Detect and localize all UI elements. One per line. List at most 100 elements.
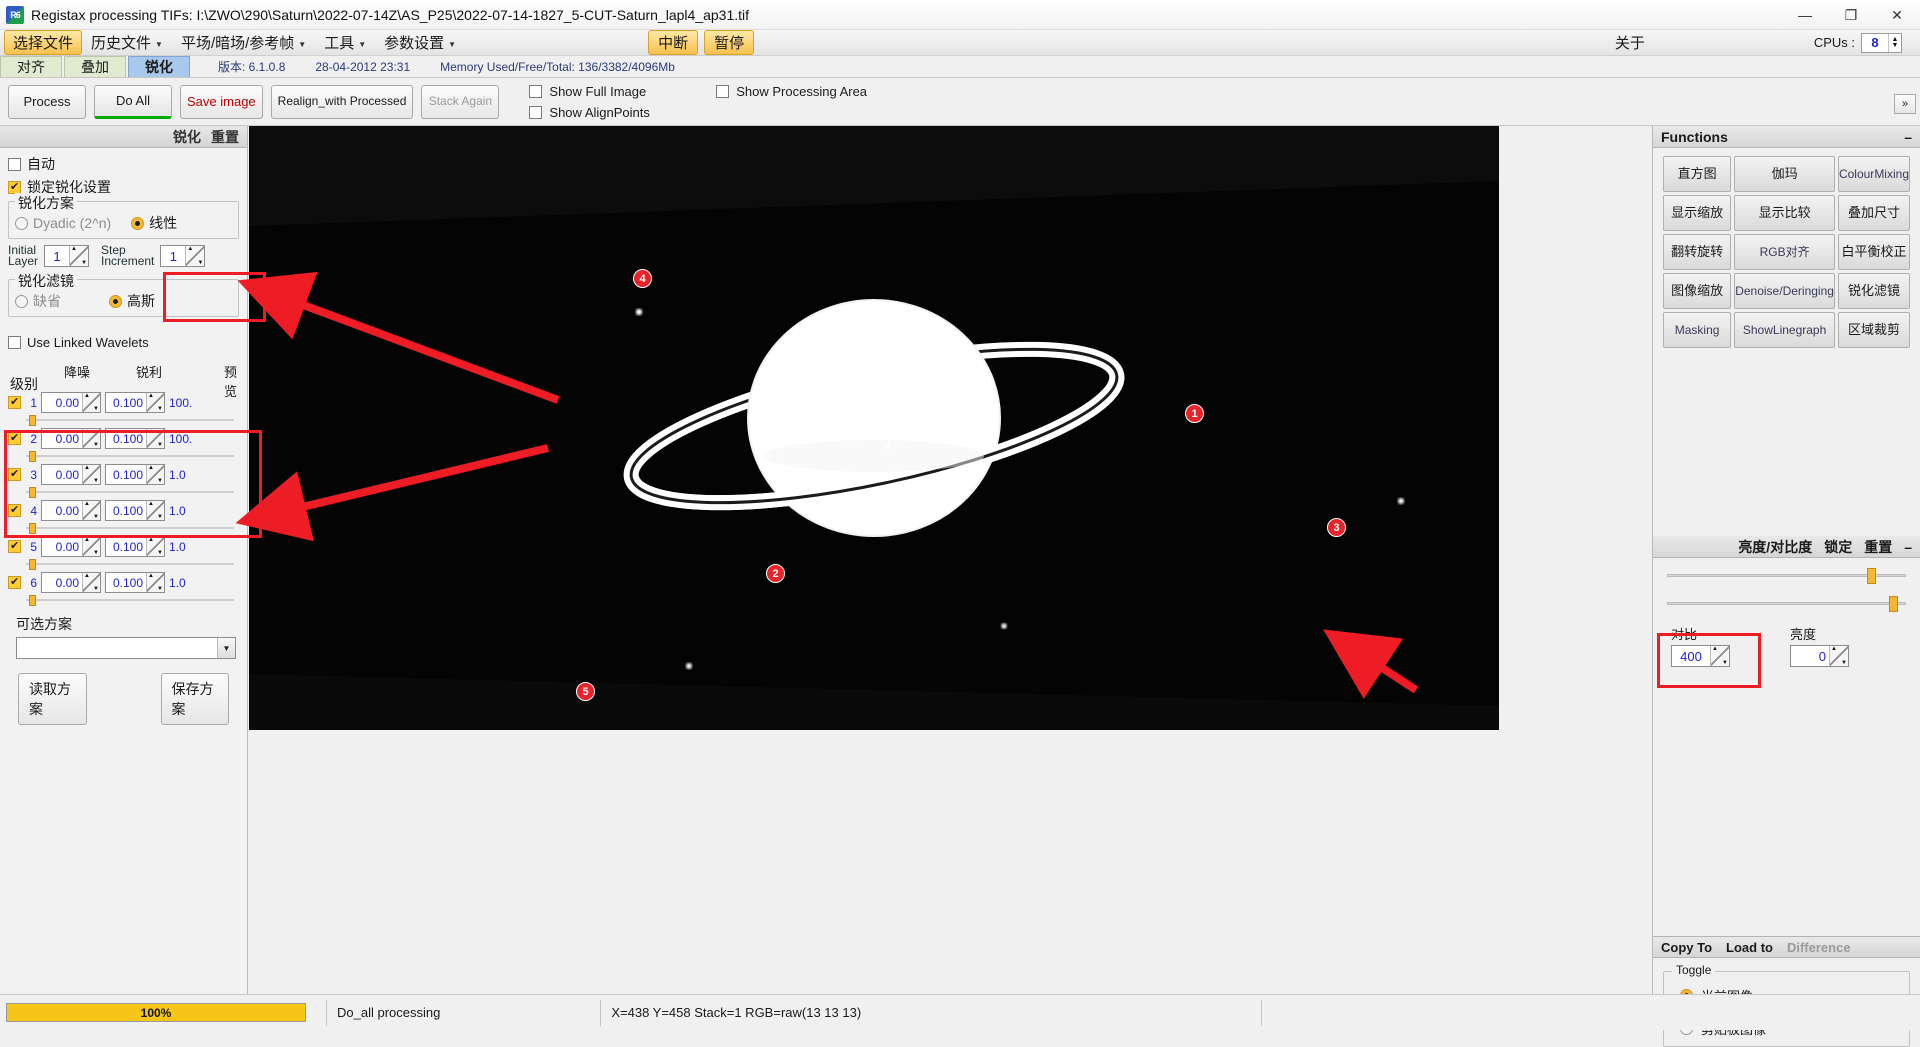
wavelet-layer-1-slider[interactable] (26, 415, 234, 426)
show-alignpoints-option[interactable]: Show AlignPoints (529, 105, 867, 120)
wavelet-layer-4-denoise-spin[interactable] (82, 501, 100, 520)
wavelet-layer-6-sharpen-spin[interactable] (146, 573, 164, 592)
wavelet-layer-1-sharpen-stepper[interactable]: 0.100 (105, 392, 165, 413)
wavelet-layer-2-checkbox[interactable] (8, 431, 21, 445)
wavelet-layer-1-checkbox[interactable] (8, 395, 21, 409)
wavelet-layer-4-sharpen-stepper[interactable]: 0.100 (105, 500, 165, 521)
show-processing-area-checkbox[interactable] (716, 84, 730, 98)
marker-4[interactable]: 4 (633, 269, 652, 288)
functions-collapse-button[interactable]: – (1904, 129, 1912, 145)
function-button-3[interactable]: 显示缩放 (1663, 195, 1732, 231)
menu-tools[interactable]: 工具 ▼ (315, 30, 375, 55)
maximize-icon[interactable]: ❐ (1828, 0, 1874, 30)
wavelet-layer-5-checkbox[interactable] (8, 539, 21, 553)
brightness-contrast-lock-button[interactable]: 锁定 (1824, 537, 1852, 557)
wavelet-layer-3-denoise-stepper[interactable]: 0.00 (41, 464, 101, 485)
tab-wavelet[interactable]: 锐化 (128, 56, 190, 77)
wavelet-layer-4-slider[interactable] (26, 523, 234, 534)
do-all-button[interactable]: Do All (94, 84, 172, 119)
about-button[interactable]: 关于 (1606, 30, 1654, 55)
wavelet-layer-5-sharpen-spin[interactable] (146, 537, 164, 556)
wavelet-layer-4-denoise-stepper[interactable]: 0.00 (41, 500, 101, 521)
slider-thumb[interactable] (29, 487, 36, 498)
function-button-10[interactable]: Denoise/Deringing (1734, 273, 1835, 309)
difference-button[interactable]: Difference (1787, 940, 1851, 955)
wavelet-layer-2-sharpen-stepper[interactable]: 0.100 (105, 428, 165, 449)
wavelet-layer-3-denoise-spin[interactable] (82, 465, 100, 484)
wavelet-reset-button[interactable]: 重置 (211, 127, 239, 147)
scheme-select[interactable]: ▼ (16, 637, 236, 659)
wavelet-layer-5-slider[interactable] (26, 559, 234, 570)
contrast-slider-thumb[interactable] (1867, 568, 1876, 584)
scheme-dyadic-radio[interactable] (15, 216, 28, 230)
tab-align[interactable]: 对齐 (0, 56, 62, 77)
show-full-image-option[interactable]: Show Full Image (529, 84, 646, 99)
cpus-stepper[interactable]: 8 ▲ ▼ (1861, 32, 1902, 53)
function-button-12[interactable]: Masking (1663, 312, 1732, 348)
scheme-linear-radio[interactable] (131, 216, 145, 230)
image-canvas[interactable]: 1 2 3 4 5 (249, 126, 1499, 730)
wavelet-layer-3-slider[interactable] (26, 487, 234, 498)
function-button-13[interactable]: Show Linegraph (1734, 312, 1835, 348)
wavelet-layer-6-checkbox[interactable] (8, 575, 21, 589)
scheme-linear-option[interactable]: 线性 (131, 213, 177, 233)
minimize-icon[interactable]: — (1782, 0, 1828, 30)
scheme-dyadic-option[interactable]: Dyadic (2^n) (15, 215, 111, 231)
slider-thumb[interactable] (29, 595, 36, 606)
wavelet-layer-2-slider[interactable] (26, 451, 234, 462)
filter-gauss-radio[interactable] (109, 294, 122, 308)
show-full-image-checkbox[interactable] (529, 84, 543, 98)
brightness-stepper[interactable]: 0 (1790, 645, 1849, 667)
copy-to-button[interactable]: Copy To (1661, 940, 1712, 955)
step-increment-spin[interactable] (185, 246, 205, 266)
expand-right-button[interactable]: » (1894, 94, 1916, 114)
function-button-11[interactable]: 锐化滤镜 (1837, 273, 1910, 309)
process-button[interactable]: Process (8, 84, 86, 119)
cpus-spin-arrows[interactable]: ▲ ▼ (1888, 33, 1901, 52)
marker-2[interactable]: 2 (766, 564, 785, 583)
function-button-2[interactable]: Colour Mixing (1837, 156, 1910, 192)
wavelet-layer-6-sharpen-stepper[interactable]: 0.100 (105, 572, 165, 593)
show-alignpoints-checkbox[interactable] (529, 105, 543, 119)
wavelet-layer-5-sharpen-stepper[interactable]: 0.100 (105, 536, 165, 557)
function-button-9[interactable]: 图像缩放 (1663, 273, 1732, 309)
brightness-slider-thumb[interactable] (1889, 596, 1898, 612)
wavelet-layer-2-sharpen-spin[interactable] (146, 429, 164, 448)
auto-option[interactable]: 自动 (8, 154, 239, 174)
marker-3[interactable]: 3 (1327, 518, 1346, 537)
wavelet-layer-6-denoise-stepper[interactable]: 0.00 (41, 572, 101, 593)
slider-thumb[interactable] (29, 559, 36, 570)
initial-layer-spin[interactable] (69, 246, 89, 266)
function-button-5[interactable]: 叠加尺寸 (1837, 195, 1910, 231)
function-button-1[interactable]: 伽玛 (1734, 156, 1835, 192)
brightness-slider[interactable] (1667, 596, 1906, 612)
wavelet-layer-1-denoise-spin[interactable] (82, 393, 100, 412)
marker-5[interactable]: 5 (576, 682, 595, 701)
interrupt-button[interactable]: 中断 (648, 30, 699, 55)
pause-button[interactable]: 暂停 (704, 30, 755, 55)
slider-thumb[interactable] (29, 523, 36, 534)
auto-checkbox[interactable] (8, 157, 21, 171)
wavelet-layer-6-denoise-spin[interactable] (82, 573, 100, 592)
brightness-contrast-reset-button[interactable]: 重置 (1864, 537, 1892, 557)
menu-settings[interactable]: 参数设置 ▼ (375, 30, 465, 55)
contrast-stepper[interactable]: 400 (1671, 645, 1730, 667)
tab-stack[interactable]: 叠加 (64, 56, 126, 77)
realign-with-processed-button[interactable]: Realign_with Processed (270, 84, 414, 119)
wavelet-layer-2-denoise-stepper[interactable]: 0.00 (41, 428, 101, 449)
close-icon[interactable]: ✕ (1874, 0, 1920, 30)
wavelet-layer-1-sharpen-spin[interactable] (146, 393, 164, 412)
function-button-7[interactable]: RGB 对齐 (1734, 234, 1835, 270)
wavelet-layer-5-denoise-stepper[interactable]: 0.00 (41, 536, 101, 557)
wavelet-layer-2-denoise-spin[interactable] (82, 429, 100, 448)
lock-settings-checkbox[interactable] (8, 180, 21, 194)
function-button-4[interactable]: 显示比较 (1734, 195, 1835, 231)
step-increment-stepper[interactable]: 1 (160, 245, 206, 267)
filter-default-radio[interactable] (15, 294, 28, 308)
wavelet-layer-4-checkbox[interactable] (8, 503, 21, 517)
marker-1[interactable]: 1 (1185, 404, 1204, 423)
function-button-6[interactable]: 翻转旋转 (1663, 234, 1732, 270)
slider-thumb[interactable] (29, 415, 36, 426)
wavelet-layer-4-sharpen-spin[interactable] (146, 501, 164, 520)
slider-thumb[interactable] (29, 451, 36, 462)
